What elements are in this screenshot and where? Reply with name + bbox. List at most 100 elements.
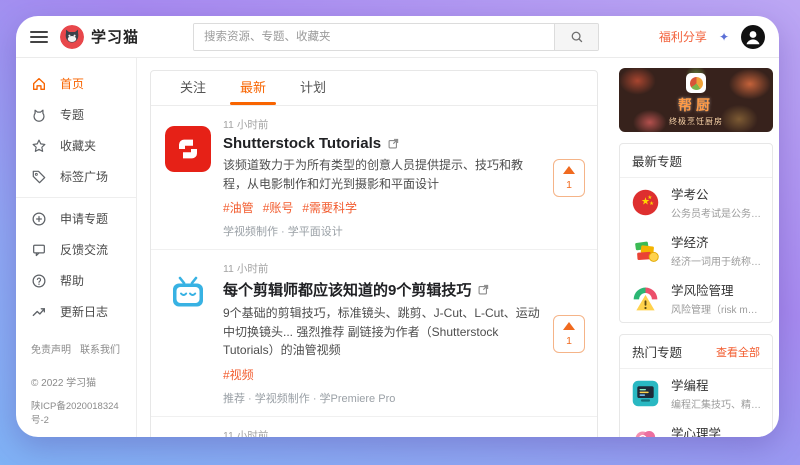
app-window: 学习猫 福利分享 ✦ 首页 (16, 16, 779, 437)
sidebar-label: 申请专题 (60, 212, 109, 226)
tag-icon (32, 170, 46, 183)
feed-item-time: 11 小时前 (223, 429, 269, 437)
feed-item-time: 11 小时前 (223, 263, 269, 276)
topic-title: 学风险管理 (671, 284, 734, 298)
view-all-link[interactable]: 查看全部 (716, 344, 760, 360)
feed-item-content: 11 小时前 Premiere Pro - 12分钟入门教程 12分钟的pr入门… (223, 428, 541, 437)
civil-exam-icon: ★★★ (632, 189, 659, 215)
feed-item-title[interactable]: Shutterstock Tutorials (223, 135, 541, 152)
topic-item-risk[interactable]: 学风险管理 风险管理（risk manage… (620, 274, 772, 322)
app-logo[interactable]: 学习猫 (60, 24, 139, 49)
menu-icon[interactable] (30, 30, 48, 43)
svg-text:★: ★ (647, 194, 652, 200)
economy-icon (635, 241, 659, 262)
copyright: © 2022 学习猫 (31, 378, 97, 389)
sidebar-footer-links: 免责声明 联系我们 (16, 341, 136, 356)
search-bar (193, 22, 600, 51)
feed-item-content: 11 小时前 每个剪辑师都应该知道的9个剪辑技巧 9个基础的剪辑技巧，标准镜头、… (223, 261, 541, 406)
sidebar-divider (16, 197, 136, 198)
share-link[interactable]: 福利分享 (659, 28, 707, 45)
topic-title: 学经济 (671, 236, 709, 250)
sidebar-item-home[interactable]: 首页 (16, 68, 136, 99)
contact-link[interactable]: 联系我们 (80, 341, 120, 356)
topic-subtitle: 公务员考试是公务员主… (671, 209, 762, 220)
topic-title: 学考公 (671, 188, 709, 202)
sidebar-label: 专题 (60, 108, 85, 122)
topic-item-civil-exam[interactable]: ★★★ 学考公 公务员考试是公务员主… (620, 178, 772, 226)
tag[interactable]: #账号 (263, 199, 294, 216)
feed-item-description: 该频道致力于为所有类型的创意人员提供提示、技巧和教程，从电影制作和灯光到摄影和平… (223, 158, 524, 191)
main-content: 关注 最新 计划 11 小时前 Shutterstock Tutorials 该… (137, 58, 609, 437)
search-icon (571, 31, 582, 42)
feed-item-title[interactable]: 每个剪辑师都应该知道的9个剪辑技巧 (223, 279, 541, 300)
header-actions: 福利分享 ✦ (659, 24, 765, 49)
feed-item: 11 小时前 每个剪辑师都应该知道的9个剪辑技巧 9个基础的剪辑技巧，标准镜头、… (151, 250, 597, 417)
changelog-icon (32, 307, 45, 316)
chat-icon (33, 244, 45, 256)
search-button[interactable] (554, 23, 599, 50)
topic-item-coding[interactable]: 学编程 编程汇集技巧、精确、… (620, 369, 772, 417)
sidebar-label: 标签广场 (60, 170, 109, 184)
help-icon (32, 274, 46, 287)
sidebar-item-changelog[interactable]: 更新日志 (16, 296, 136, 327)
page-background: 学习猫 福利分享 ✦ 首页 (0, 0, 800, 465)
feed-item-description: 9个基础的剪辑技巧，标准镜头、跳剪、J-Cut、L-Cut、运动中切换镜头...… (223, 306, 540, 358)
promo-subtitle: 终极烹饪厨房 (669, 117, 723, 126)
sidebar-item-topics[interactable]: 专题 (16, 99, 136, 130)
sidebar-item-tags[interactable]: 标签广场 (16, 161, 136, 192)
avatar[interactable] (741, 24, 765, 49)
topic-subtitle: 经济一词用于统称一定… (671, 257, 762, 268)
header: 学习猫 福利分享 ✦ (16, 16, 779, 58)
cat-icon (33, 109, 45, 122)
sidebar-label: 更新日志 (60, 305, 109, 319)
feed-item-time: 11 小时前 (223, 119, 269, 131)
user-icon (746, 30, 760, 44)
feed-item-tags: #视频 (223, 366, 541, 383)
tab-latest[interactable]: 最新 (223, 71, 283, 105)
sidebar-label: 首页 (60, 77, 85, 91)
promo-banner[interactable]: 帮厨 终极烹饪厨房 (619, 68, 773, 132)
upvote-button[interactable]: 1 (553, 314, 585, 353)
feed-item-content: 11 小时前 Shutterstock Tutorials 该频道致力于为所有类… (223, 117, 541, 239)
feed-tabs: 关注 最新 计划 (151, 71, 597, 106)
tag[interactable]: #油管 (223, 199, 254, 216)
feed-card: 关注 最新 计划 11 小时前 Shutterstock Tutorials 该… (150, 70, 598, 437)
tag[interactable]: #视频 (223, 366, 254, 383)
topic-item-psychology[interactable]: 学心理学 心理学是对思想和行为… (620, 417, 772, 437)
svg-text:★: ★ (649, 201, 654, 207)
topic-subtitle: 风险管理（risk manage… (671, 305, 762, 316)
upvote-count: 1 (566, 179, 572, 192)
external-link-icon (388, 138, 399, 149)
sidebar-item-feedback[interactable]: 反馈交流 (16, 234, 136, 265)
section-title: 最新专题 (632, 155, 683, 169)
promo-banner-content: 帮厨 终极烹饪厨房 (619, 68, 773, 132)
sidebar-item-apply-topic[interactable]: 申请专题 (16, 203, 136, 234)
hot-topics-header: 热门专题 查看全部 (620, 335, 772, 369)
shutterstock-icon[interactable] (165, 126, 211, 172)
search-input[interactable] (194, 23, 555, 50)
right-rail: 帮厨 终极烹饪厨房 最新专题 ★★★ 学考公 公务员考试是公务员主… (609, 58, 779, 437)
sidebar-label: 反馈交流 (60, 243, 109, 257)
sidebar-item-favorites[interactable]: 收藏夹 (16, 130, 136, 161)
upvote-button[interactable]: 1 (553, 159, 585, 198)
tab-follow[interactable]: 关注 (163, 71, 223, 105)
feed-item: 11 小时前 Shutterstock Tutorials 该频道致力于为所有类… (151, 106, 597, 251)
sidebar-label: 帮助 (60, 274, 85, 288)
sidebar-label: 收藏夹 (60, 139, 97, 153)
sidebar-item-help[interactable]: 帮助 (16, 265, 136, 296)
tag[interactable]: #需要科学 (302, 199, 357, 216)
psychology-icon (635, 430, 656, 437)
feed-item-topics[interactable]: 学视频制作 · 学平面设计 (223, 223, 541, 239)
cooking-icon (686, 73, 706, 93)
app-body: 首页 专题 收藏夹 标签广场 申请专题 反馈交流 帮助 更新日志 免责声明 联系… (16, 58, 779, 437)
coding-icon (632, 380, 659, 406)
disclaimer-link[interactable]: 免责声明 (31, 341, 71, 356)
icp-number: 陕ICP备2020018324号-2 (31, 401, 119, 426)
tab-plan[interactable]: 计划 (283, 71, 343, 105)
bilibili-icon[interactable] (165, 270, 211, 317)
topic-item-economy[interactable]: 学经济 经济一词用于统称一定… (620, 226, 772, 274)
feed-item-topics[interactable]: 推荐 · 学视频制作 · 学Premiere Pro (223, 390, 541, 406)
external-link-icon (478, 285, 489, 295)
upvote-count: 1 (566, 334, 572, 347)
upvote-arrow-icon (563, 321, 575, 330)
